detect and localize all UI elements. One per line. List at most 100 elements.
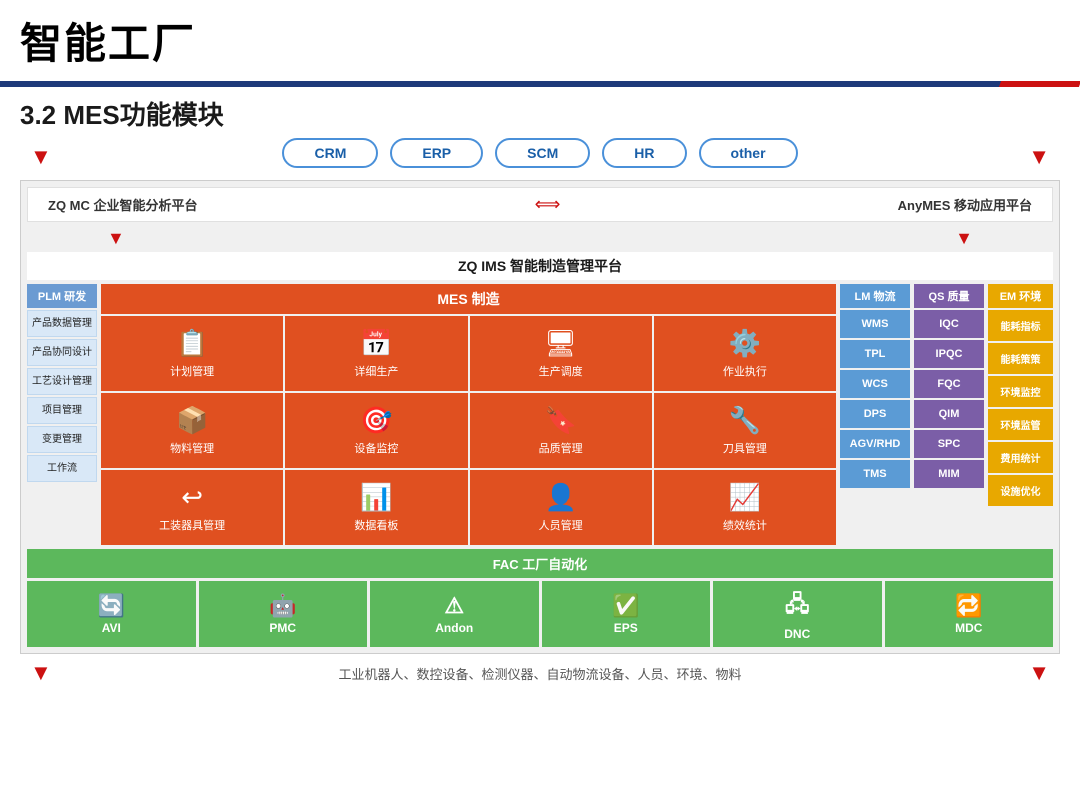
mes-cell-material: 📦 物料管理 — [101, 393, 283, 468]
dnc-icon: 🖧 — [785, 587, 810, 625]
plm-item-4: 项目管理 — [27, 397, 97, 424]
system-scm: SCM — [495, 138, 590, 168]
job-label: 作业执行 — [723, 363, 767, 379]
system-other: other — [699, 138, 798, 168]
automation-row: 🔄 AVI 🤖 PMC ⚠ Andon ✅ EPS 🖧 DNC 🔁 MDC — [27, 581, 1053, 647]
qs-spc: SPC — [914, 430, 984, 458]
divider-blue — [0, 81, 1040, 87]
mes-cell-dispatch: 🖥 生产调度 — [470, 316, 652, 391]
pmc-icon: 🤖 — [269, 593, 296, 619]
eps-icon: ✅ — [612, 593, 639, 619]
detail-prod-label: 详细生产 — [354, 363, 398, 379]
right-down-arrow: ▼ — [1028, 144, 1050, 170]
inner-left-down-arrow: ▼ — [107, 228, 125, 249]
pmc-label: PMC — [269, 621, 296, 635]
em-header: EM 环境 — [988, 284, 1053, 308]
top-systems: CRM ERP SCM HR other — [52, 138, 1028, 168]
tool-icon: 🔧 — [729, 405, 761, 436]
qs-mim: MIM — [914, 460, 984, 488]
em-env-monitor: 环境监控 — [988, 376, 1053, 407]
bottom-right-arrow: ▼ — [1028, 660, 1050, 686]
eps-label: EPS — [614, 621, 638, 635]
lm-agv: AGV/RHD — [840, 430, 910, 458]
outer-wrapper: ZQ MC 企业智能分析平台 ⟺ AnyMES 移动应用平台 ▼ ▼ ZQ IM… — [20, 180, 1060, 654]
fixture-label: 工装器具管理 — [159, 517, 225, 533]
ims-label: ZQ IMS 智能制造管理平台 — [27, 252, 1053, 280]
system-hr: HR — [602, 138, 686, 168]
auto-pmc: 🤖 PMC — [199, 581, 368, 647]
equipment-label: 设备监控 — [354, 440, 398, 456]
auto-mdc: 🔁 MDC — [885, 581, 1054, 647]
plan-icon: 📋 — [176, 328, 208, 359]
mes-cell-hr: 👤 人员管理 — [470, 470, 652, 545]
avi-icon: 🔄 — [98, 593, 125, 619]
andon-icon: ⚠ — [444, 593, 464, 619]
page-title: 智能工厂 — [20, 10, 1060, 71]
plm-item-2: 产品协同设计 — [27, 339, 97, 366]
lm-tpl: TPL — [840, 340, 910, 368]
em-cost-stats: 费用统计 — [988, 442, 1053, 473]
mes-cell-dashboard: 📊 数据看板 — [285, 470, 467, 545]
platform-arrow: ⟺ — [535, 194, 561, 215]
fixture-icon: ↩ — [181, 482, 203, 513]
platform-right: AnyMES 移动应用平台 — [898, 195, 1032, 214]
system-erp: ERP — [390, 138, 483, 168]
mes-cell-plan: 📋 计划管理 — [101, 316, 283, 391]
mes-cell-tool: 🔧 刀具管理 — [654, 393, 836, 468]
auto-andon: ⚠ Andon — [370, 581, 539, 647]
plm-item-1: 产品数据管理 — [27, 310, 97, 337]
header: 智能工厂 — [0, 0, 1080, 87]
bottom-text: 工业机器人、数控设备、检测仪器、自动物流设备、人员、环境、物料 — [52, 658, 1028, 687]
main-grid: PLM 研发 产品数据管理 产品协同设计 工艺设计管理 项目管理 变更管理 工作… — [27, 284, 1053, 545]
job-icon: ⚙️ — [729, 328, 761, 359]
section-title: 3.2 MES功能模块 — [0, 87, 1080, 138]
andon-label: Andon — [435, 621, 473, 635]
lm-tms: TMS — [840, 460, 910, 488]
platform-row: ZQ MC 企业智能分析平台 ⟺ AnyMES 移动应用平台 — [27, 187, 1053, 222]
dashboard-label: 数据看板 — [354, 517, 398, 533]
tool-label: 刀具管理 — [723, 440, 767, 456]
qs-column: QS 质量 IQC IPQC FQC QIM SPC MIM — [914, 284, 984, 545]
plm-item-6: 工作流 — [27, 455, 97, 482]
perf-label: 绩效统计 — [723, 517, 767, 533]
mes-grid: 📋 计划管理 📅 详细生产 🖥 生产调度 ⚙️ 作业执行 — [101, 316, 836, 545]
plm-item-5: 变更管理 — [27, 426, 97, 453]
mes-cell-perf: 📈 绩效统计 — [654, 470, 836, 545]
main-content: ▼ CRM ERP SCM HR other ▼ ZQ MC 企业智能分析平台 … — [0, 138, 1080, 695]
lm-column: LM 物流 WMS TPL WCS DPS AGV/RHD TMS — [840, 284, 910, 545]
material-icon: 📦 — [176, 405, 208, 436]
dispatch-label: 生产调度 — [539, 363, 583, 379]
perf-icon: 📈 — [729, 482, 761, 513]
quality-label: 品质管理 — [539, 440, 583, 456]
lm-wms: WMS — [840, 310, 910, 338]
avi-label: AVI — [102, 621, 121, 635]
quality-icon: 🔖 — [544, 405, 576, 436]
qs-header: QS 质量 — [914, 284, 984, 308]
hr-icon: 👤 — [544, 482, 576, 513]
fac-row: FAC 工厂自动化 — [27, 549, 1053, 578]
plm-item-3: 工艺设计管理 — [27, 368, 97, 395]
dispatch-icon: 🖥 — [544, 328, 577, 359]
em-column: EM 环境 能耗指标 能耗策策 环境监控 环境监管 费用统计 设施优化 — [988, 284, 1053, 545]
equipment-icon: 🎯 — [360, 405, 392, 436]
material-label: 物料管理 — [170, 440, 214, 456]
hr-label: 人员管理 — [539, 517, 583, 533]
lm-header: LM 物流 — [840, 284, 910, 308]
qs-fqc: FQC — [914, 370, 984, 398]
mes-column: MES 制造 📋 计划管理 📅 详细生产 🖥 生产调度 — [101, 284, 836, 545]
platform-left: ZQ MC 企业智能分析平台 — [48, 195, 198, 214]
qs-ipqc: IPQC — [914, 340, 984, 368]
em-env-supervision: 环境监管 — [988, 409, 1053, 440]
inner-right-down-arrow: ▼ — [955, 228, 973, 249]
em-facility-opt: 设施优化 — [988, 475, 1053, 506]
system-crm: CRM — [282, 138, 378, 168]
mdc-label: MDC — [955, 621, 982, 635]
mes-cell-detail-prod: 📅 详细生产 — [285, 316, 467, 391]
qs-iqc: IQC — [914, 310, 984, 338]
mes-header: MES 制造 — [101, 284, 836, 314]
mes-cell-job: ⚙️ 作业执行 — [654, 316, 836, 391]
header-divider — [0, 81, 1080, 87]
mes-cell-quality: 🔖 品质管理 — [470, 393, 652, 468]
left-down-arrow: ▼ — [30, 144, 52, 170]
auto-dnc: 🖧 DNC — [713, 581, 882, 647]
